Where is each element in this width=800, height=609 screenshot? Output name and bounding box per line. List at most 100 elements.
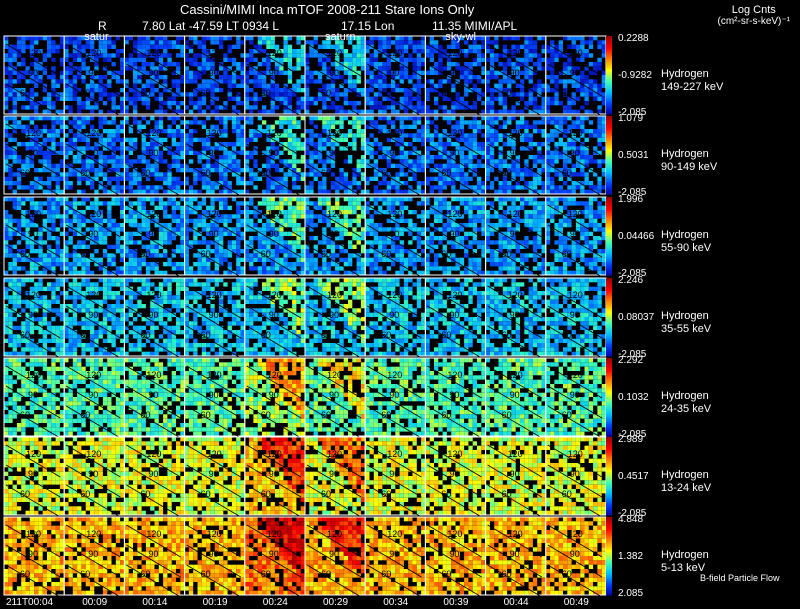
contour-label: 90	[449, 469, 459, 479]
colorbar-step	[606, 593, 612, 596]
image-cell: 120 90 60	[3, 35, 65, 117]
contour-label: 90	[269, 310, 279, 320]
image-cell: 120 90 60	[244, 357, 306, 439]
contour-label: 120	[207, 290, 222, 300]
contour-label: 90	[209, 68, 219, 78]
contour-label: 90	[449, 229, 459, 239]
contour-label: 120	[86, 370, 101, 380]
contour-label: 90	[510, 549, 520, 559]
contour-label: 60	[562, 410, 572, 420]
contour-label: 60	[321, 410, 331, 420]
contour-label: 90	[449, 148, 459, 158]
contour-label: 60	[20, 330, 30, 340]
image-cell: 120 90 60	[364, 35, 426, 117]
colorbar	[606, 278, 612, 357]
contour-label: 120	[146, 48, 161, 58]
contour-label: 90	[148, 469, 158, 479]
contour-label: 60	[562, 489, 572, 499]
contour-label: 60	[321, 88, 331, 98]
contour-label: 60	[502, 168, 512, 178]
contour-label: 120	[26, 529, 41, 539]
image-cell: 120 90 60	[545, 277, 607, 359]
colorbar-max: 1.996	[618, 194, 644, 205]
energy-label: 5-13 keV	[661, 562, 706, 574]
colorbar-mid: 0.4517	[618, 471, 649, 482]
contour-label: 60	[261, 569, 271, 579]
contour-label: 120	[387, 290, 402, 300]
contour-label: 90	[28, 390, 38, 400]
image-cell: 120 90 60	[304, 516, 366, 598]
image-cell: 120 90 60	[184, 436, 246, 518]
contour-label: 120	[26, 370, 41, 380]
contour-label: 120	[327, 128, 342, 138]
contour-label: 120	[387, 48, 402, 58]
image-cell: 120 90 60	[123, 516, 186, 598]
contour-label: 60	[321, 249, 331, 259]
contour-label: 60	[80, 330, 90, 340]
contour-label: 90	[329, 549, 339, 559]
image-cell: 120 90 60	[123, 436, 186, 518]
contour-label: 90	[329, 229, 339, 239]
contour-label: 120	[447, 529, 462, 539]
image-cell: 120 90 60	[545, 115, 607, 197]
contour-label: 120	[387, 128, 402, 138]
contour-label: 60	[441, 410, 451, 420]
contour-label: 120	[508, 209, 523, 219]
image-cell: 120 90 60	[3, 115, 65, 197]
image-cell: 120 90 60	[123, 196, 186, 278]
energy-label: 24-35 keV	[661, 403, 712, 415]
contour-label: 60	[562, 569, 572, 579]
image-cell: 120 90 60	[304, 196, 366, 278]
contour-label: 90	[329, 469, 339, 479]
time-label: 00:44	[503, 597, 529, 608]
contour-label: 90	[88, 148, 98, 158]
colorbar	[606, 197, 612, 276]
image-cell: 120 90 60	[545, 196, 607, 278]
image-cell: 120 90 60	[304, 35, 366, 117]
contour-label: 90	[28, 229, 38, 239]
contour-label: 60	[140, 569, 150, 579]
contour-label: 120	[267, 290, 282, 300]
contour-label: 90	[148, 549, 158, 559]
contour-label: 120	[447, 209, 462, 219]
contour-label: 60	[140, 489, 150, 499]
colorbar-mid: 0.04466	[618, 231, 655, 242]
contour-label: 120	[146, 128, 161, 138]
colorbar-step	[606, 192, 612, 195]
image-cell: 120 90 60	[123, 357, 186, 439]
contour-label: 90	[88, 310, 98, 320]
contour-label: 120	[447, 290, 462, 300]
image-cell: 120 90 60	[364, 516, 426, 598]
image-cell: 120 90 60	[424, 115, 487, 197]
frame-label: satur	[84, 31, 109, 43]
image-cell: 120 90 60	[244, 196, 306, 278]
contour-label: 120	[327, 290, 342, 300]
contour-label: 120	[508, 449, 523, 459]
contour-label: 120	[508, 370, 523, 380]
contour-label: 90	[28, 549, 38, 559]
contour-label: 90	[28, 469, 38, 479]
contour-label: 120	[387, 370, 402, 380]
contour-label: 60	[261, 168, 271, 178]
contour-label: 60	[140, 88, 150, 98]
image-cell: 120 90 60	[244, 516, 306, 598]
contour-label: 60	[201, 249, 211, 259]
energy-label: 149-227 keV	[661, 81, 724, 93]
contour-label: 90	[88, 68, 98, 78]
contour-label: 60	[20, 410, 30, 420]
image-cell: 120 90 60	[545, 357, 607, 439]
contour-label: 90	[88, 549, 98, 559]
contour-label: 90	[88, 469, 98, 479]
contour-label: 60	[321, 489, 331, 499]
contour-label: 90	[449, 310, 459, 320]
contour-label: 60	[201, 489, 211, 499]
time-label: 00:34	[383, 597, 409, 608]
contour-label: 90	[269, 549, 279, 559]
contour-label: 60	[261, 489, 271, 499]
contour-label: 120	[327, 209, 342, 219]
contour-label: 120	[207, 209, 222, 219]
contour-label: 60	[80, 569, 90, 579]
contour-label: 90	[570, 390, 580, 400]
image-cell: 120 90 60	[485, 196, 547, 278]
energy-label: 55-90 keV	[661, 242, 712, 254]
